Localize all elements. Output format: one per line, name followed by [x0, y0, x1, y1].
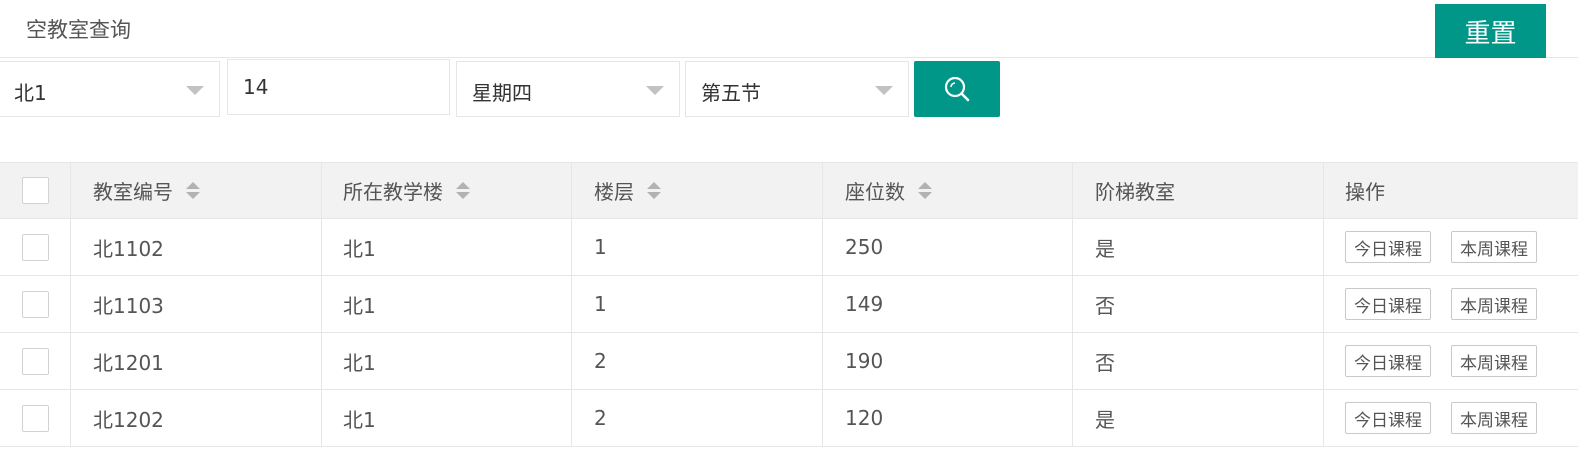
tiered-cell: 是	[1073, 219, 1324, 275]
today-courses-button[interactable]: 今日课程	[1345, 231, 1431, 263]
title-bar: 空教室查询 重置	[0, 0, 1578, 58]
search-button[interactable]	[914, 61, 1000, 117]
floor-cell: 2	[572, 333, 823, 389]
table-row: 北1103 北1 1 149 否 今日课程 本周课程	[0, 276, 1578, 333]
column-header-label: 所在教学楼	[343, 180, 443, 204]
building-cell: 北1	[322, 390, 572, 446]
column-header-label: 楼层	[594, 180, 634, 204]
building-cell: 北1	[322, 219, 572, 275]
seats-cell: 149	[823, 276, 1073, 332]
period-select-value: 第五节	[701, 81, 761, 105]
page-title: 空教室查询	[26, 18, 131, 42]
seats-cell: 120	[823, 390, 1073, 446]
row-checkbox-cell	[0, 219, 71, 275]
table-row: 北1102 北1 1 250 是 今日课程 本周课程	[0, 219, 1578, 276]
week-courses-button[interactable]: 本周课程	[1451, 288, 1537, 320]
weekday-select-value: 星期四	[472, 81, 532, 105]
actions-cell: 今日课程 本周课程	[1324, 390, 1578, 446]
building-cell: 北1	[322, 333, 572, 389]
week-input[interactable]	[227, 59, 450, 115]
week-courses-button[interactable]: 本周课程	[1451, 402, 1537, 434]
actions-cell: 今日课程 本周课程	[1324, 276, 1578, 332]
column-header-building[interactable]: 所在教学楼	[322, 163, 572, 218]
chevron-down-icon	[186, 86, 204, 95]
week-courses-button[interactable]: 本周课程	[1451, 231, 1537, 263]
row-checkbox-cell	[0, 390, 71, 446]
tiered-cell: 否	[1073, 276, 1324, 332]
header-checkbox-cell	[0, 163, 71, 218]
sort-icon[interactable]	[186, 182, 200, 199]
row-checkbox[interactable]	[21, 347, 49, 375]
building-select-value: 北1	[14, 81, 47, 105]
tiered-cell: 是	[1073, 390, 1324, 446]
column-header-room[interactable]: 教室编号	[71, 163, 322, 218]
row-checkbox[interactable]	[21, 290, 49, 318]
room-cell: 北1201	[71, 333, 322, 389]
row-checkbox-cell	[0, 276, 71, 332]
column-header-label: 教室编号	[93, 180, 173, 204]
room-cell: 北1202	[71, 390, 322, 446]
reset-button[interactable]: 重置	[1435, 4, 1546, 58]
column-header-actions: 操作	[1324, 163, 1578, 218]
room-cell: 北1102	[71, 219, 322, 275]
sort-icon[interactable]	[918, 182, 932, 199]
select-all-checkbox[interactable]	[21, 177, 49, 204]
week-courses-button[interactable]: 本周课程	[1451, 345, 1537, 377]
classroom-table: 教室编号 所在教学楼 楼层 座位数 阶梯教室 操作 北1102 北1 1 250…	[0, 162, 1578, 447]
building-select[interactable]: 北1	[0, 61, 220, 117]
table-row: 北1201 北1 2 190 否 今日课程 本周课程	[0, 333, 1578, 390]
today-courses-button[interactable]: 今日课程	[1345, 288, 1431, 320]
table-header-row: 教室编号 所在教学楼 楼层 座位数 阶梯教室 操作	[0, 162, 1578, 219]
sort-icon[interactable]	[647, 182, 661, 199]
floor-cell: 1	[572, 276, 823, 332]
floor-cell: 1	[572, 219, 823, 275]
tiered-cell: 否	[1073, 333, 1324, 389]
seats-cell: 250	[823, 219, 1073, 275]
seats-cell: 190	[823, 333, 1073, 389]
column-header-floor[interactable]: 楼层	[572, 163, 823, 218]
room-cell: 北1103	[71, 276, 322, 332]
today-courses-button[interactable]: 今日课程	[1345, 402, 1431, 434]
column-header-seats[interactable]: 座位数	[823, 163, 1073, 218]
floor-cell: 2	[572, 390, 823, 446]
column-header-label: 操作	[1345, 180, 1385, 204]
period-select[interactable]: 第五节	[685, 61, 909, 117]
column-header-label: 阶梯教室	[1095, 180, 1175, 204]
building-cell: 北1	[322, 276, 572, 332]
table-row: 北1202 北1 2 120 是 今日课程 本周课程	[0, 390, 1578, 447]
actions-cell: 今日课程 本周课程	[1324, 219, 1578, 275]
actions-cell: 今日课程 本周课程	[1324, 333, 1578, 389]
row-checkbox-cell	[0, 333, 71, 389]
row-checkbox[interactable]	[21, 233, 49, 261]
column-header-tiered: 阶梯教室	[1073, 163, 1324, 218]
chevron-down-icon	[875, 86, 893, 95]
chevron-down-icon	[646, 86, 664, 95]
row-checkbox[interactable]	[21, 404, 49, 432]
today-courses-button[interactable]: 今日课程	[1345, 345, 1431, 377]
sort-icon[interactable]	[456, 182, 470, 199]
weekday-select[interactable]: 星期四	[456, 61, 680, 117]
column-header-label: 座位数	[845, 180, 905, 204]
search-icon	[944, 76, 970, 102]
